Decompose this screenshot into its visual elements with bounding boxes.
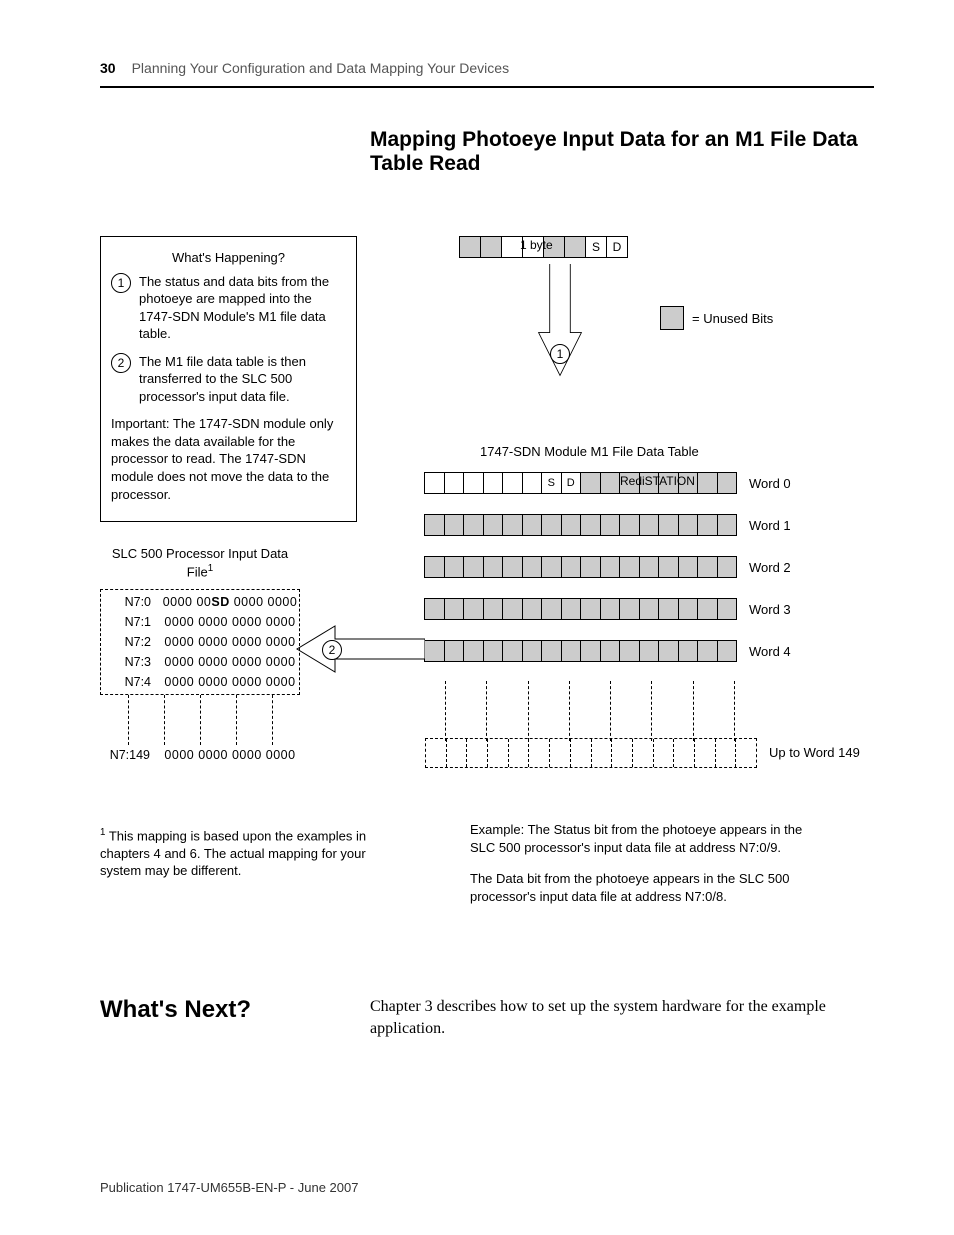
slc-r0-label: N7:0 (101, 595, 151, 609)
slc-r4-data: 0000 0000 0000 0000 (161, 675, 299, 689)
word-last-label: Up to Word 149 (769, 746, 860, 760)
example-p2: The Data bit from the photoeye appears i… (470, 870, 830, 905)
unused-legend-label: = Unused Bits (692, 311, 773, 326)
arrow-step-1-icon: 1 (550, 344, 570, 364)
example-notes: Example: The Status bit from the photoey… (470, 821, 830, 919)
arrow-step-2-icon: 2 (322, 640, 342, 660)
word0-d: D (561, 472, 582, 494)
whats-happening-note: Important: The 1747-SDN module only make… (111, 415, 346, 503)
step-2-text: The M1 file data table is then transferr… (139, 353, 346, 406)
byte-label: 1 byte (520, 238, 553, 252)
slc-r1-data: 0000 0000 0000 0000 (161, 615, 299, 629)
unused-legend: = Unused Bits (660, 306, 773, 330)
m1-table: S D RediSTATION Word 0 Word 1 Word 2 Wor… (425, 471, 860, 783)
publication-footer: Publication 1747-UM655B-EN-P - June 2007 (100, 1180, 358, 1195)
data-bit-cell: D (606, 236, 628, 258)
section-title: Mapping Photoeye Input Data for an M1 Fi… (370, 128, 874, 176)
word0-s: S (541, 472, 562, 494)
whats-next-body: Chapter 3 describes how to set up the sy… (370, 996, 874, 1041)
whats-next-section: What's Next? Chapter 3 describes how to … (100, 996, 874, 1041)
step-1-text: The status and data bits from the photoe… (139, 273, 346, 343)
word1-label: Word 1 (749, 518, 791, 533)
whats-happening-box: What's Happening? 1 The status and data … (100, 236, 357, 522)
left-arrow-icon (295, 624, 425, 674)
word0-label: Word 0 (749, 476, 791, 491)
unused-swatch-icon (660, 306, 684, 330)
step-2-icon: 2 (111, 353, 131, 373)
page-header: 30 Planning Your Configuration and Data … (100, 60, 874, 88)
slc-rE-data: 0000 0000 0000 0000 (160, 748, 300, 762)
status-bit-cell: S (585, 236, 607, 258)
word4-label: Word 4 (749, 644, 791, 659)
slc-r3-data: 0000 0000 0000 0000 (161, 655, 299, 669)
footnote: 1 This mapping is based upon the example… (100, 826, 380, 880)
slc-rE-label: N7:149 (100, 748, 150, 762)
slc-r3-label: N7:3 (101, 655, 151, 669)
page-number: 30 (100, 60, 116, 76)
slc-table: SLC 500 Processor Input Data File1 N7:0 0… (100, 546, 300, 765)
byte-grid: 1 byte S D (460, 236, 628, 258)
slc-r1-label: N7:1 (101, 615, 151, 629)
slc-table-title: SLC 500 Processor Input Data File1 (100, 546, 300, 581)
chapter-title: Planning Your Configuration and Data Map… (132, 60, 510, 76)
slc-r2-label: N7:2 (101, 635, 151, 649)
slc-r2-data: 0000 0000 0000 0000 (161, 635, 299, 649)
whats-next-title: What's Next? (100, 996, 330, 1041)
diagram: What's Happening? 1 The status and data … (100, 236, 874, 936)
word3-label: Word 3 (749, 602, 791, 617)
example-p1: Example: The Status bit from the photoey… (470, 821, 830, 856)
slc-r0-data: 0000 00SD 0000 0000 (161, 595, 299, 609)
word2-label: Word 2 (749, 560, 791, 575)
down-arrow-icon (530, 264, 590, 384)
m1-table-title: 1747-SDN Module M1 File Data Table (480, 444, 699, 459)
step-1-icon: 1 (111, 273, 131, 293)
whats-happening-title: What's Happening? (111, 249, 346, 267)
slc-r4-label: N7:4 (101, 675, 151, 689)
